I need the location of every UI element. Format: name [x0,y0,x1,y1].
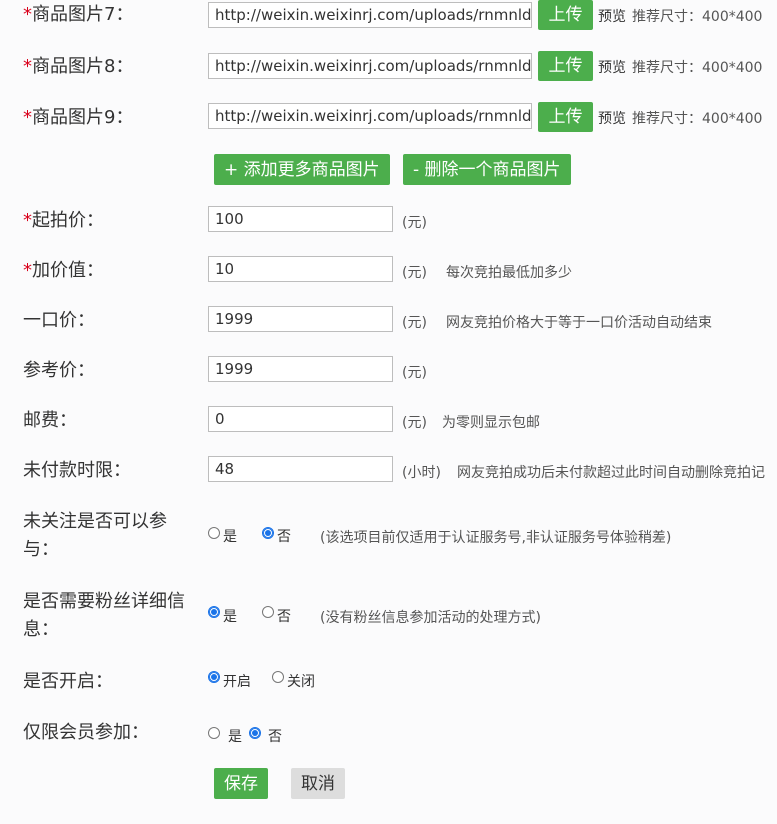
fan-info-label: 是否需要粉丝详细信息： [23,591,185,640]
image-8-url-input[interactable]: http://weixin.weixinrj.com/uploads/rnmnl… [208,53,532,79]
buyout-unit: (元) [402,315,427,331]
preview-link-9[interactable]: 预览 [598,108,626,128]
size-hint-7: 推荐尺寸：400*400 [632,9,763,25]
fan-info-yes-radio[interactable] [208,606,220,618]
cancel-button[interactable]: 取消 [291,768,345,799]
enabled-on-label: 开启 [223,674,251,690]
save-button[interactable]: 保存 [214,768,268,799]
image-9-url-input[interactable]: http://weixin.weixinrj.com/uploads/rnmnl… [208,103,532,129]
start-price-unit: (元) [402,215,427,231]
size-hint-9: 推荐尺寸：400*400 [632,111,763,127]
members-only-no-radio[interactable] [249,727,261,739]
unfollowed-label: 未关注是否可以参与： [23,511,167,560]
members-only-no-label: 否 [268,729,282,745]
image-7-label: *商品图片7： [23,4,134,25]
members-only-yes-label: 是 [228,729,242,745]
buyout-hint: 网友竞拍价格大于等于一口价活动自动结束 [446,315,712,331]
image-8-label: *商品图片8： [23,56,134,77]
add-image-button[interactable]: + 添加更多商品图片 [214,154,390,185]
fan-info-note: (没有粉丝信息参加活动的处理方式) [320,610,541,626]
reference-price-label: 参考价： [23,360,95,381]
fan-info-no-radio[interactable] [262,606,274,618]
reference-price-unit: (元) [402,365,427,381]
payment-limit-hint: 网友竞拍成功后未付款超过此时间自动删除竞拍记 [457,465,765,481]
remove-image-button[interactable]: - 删除一个商品图片 [403,154,571,185]
members-only-label: 仅限会员参加： [23,722,149,743]
payment-limit-label: 未付款时限： [23,460,131,481]
buyout-input[interactable]: 1999 [208,306,393,332]
image-9-label: *商品图片9： [23,107,134,128]
upload-button-8[interactable]: 上传 [538,51,593,81]
enabled-off-radio[interactable] [272,671,284,683]
shipping-hint: 为零则显示包邮 [442,415,540,431]
start-price-input[interactable]: 100 [208,206,393,232]
members-only-yes-radio[interactable] [208,727,220,739]
preview-link-8[interactable]: 预览 [598,57,626,77]
payment-limit-unit: (小时) [402,465,441,481]
upload-button-9[interactable]: 上传 [538,102,593,132]
fan-info-yes-label: 是 [223,609,237,625]
shipping-unit: (元) [402,415,427,431]
shipping-label: 邮费： [23,410,77,431]
unfollowed-yes-radio[interactable] [208,527,220,539]
increment-hint: 每次竞拍最低加多少 [446,265,572,281]
fan-info-no-label: 否 [277,609,291,625]
upload-button-7[interactable]: 上传 [538,0,593,30]
unfollowed-no-radio[interactable] [262,527,274,539]
enabled-on-radio[interactable] [208,671,220,683]
reference-price-input[interactable]: 1999 [208,356,393,382]
enabled-off-label: 关闭 [287,674,315,690]
payment-limit-input[interactable]: 48 [208,456,393,482]
unfollowed-yes-label: 是 [223,529,237,545]
increment-input[interactable]: 10 [208,256,393,282]
preview-link-7[interactable]: 预览 [598,6,626,26]
start-price-label: *起拍价： [23,210,104,231]
increment-label: *加价值： [23,260,104,281]
unfollowed-note: (该选项目前仅适用于认证服务号,非认证服务号体验稍差) [320,530,672,546]
image-7-url-input[interactable]: http://weixin.weixinrj.com/uploads/rnmnl… [208,2,532,28]
buyout-label: 一口价： [23,310,95,331]
increment-unit: (元) [402,265,427,281]
shipping-input[interactable]: 0 [208,406,393,432]
unfollowed-no-label: 否 [277,529,291,545]
enabled-label: 是否开启： [23,671,113,692]
size-hint-8: 推荐尺寸：400*400 [632,60,763,76]
